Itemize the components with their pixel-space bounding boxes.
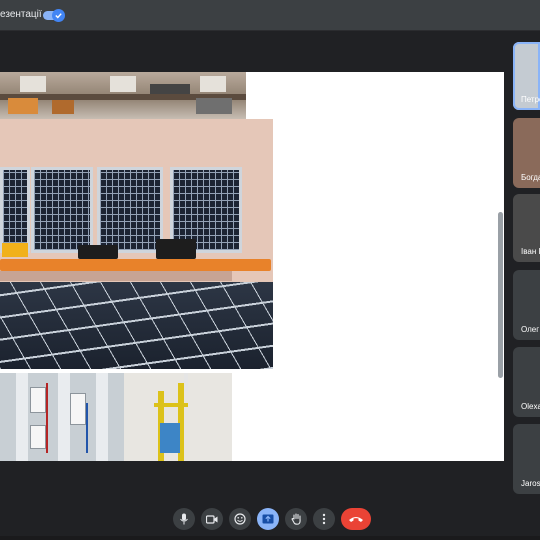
solar-panels-photo — [0, 119, 273, 369]
present-screen-icon — [262, 514, 274, 524]
electrical-cabinet-photo — [0, 373, 124, 461]
camera-button[interactable] — [201, 508, 223, 530]
test-stand-photo — [124, 373, 232, 461]
participant-name: Іван І — [521, 247, 540, 256]
leave-call-button[interactable] — [341, 508, 371, 530]
participant-name: Олег — [521, 325, 540, 334]
participant-tile[interactable]: Olexa — [513, 347, 540, 417]
participant-name: Olexa — [521, 402, 540, 411]
end-call-icon — [349, 517, 363, 522]
participant-name: Богда — [521, 173, 540, 182]
microphone-button[interactable] — [173, 508, 195, 530]
more-vert-icon — [322, 513, 326, 525]
present-screen-button[interactable] — [257, 508, 279, 530]
meeting-controls — [0, 505, 540, 533]
shared-screen-slide — [0, 72, 504, 461]
participant-tile[interactable]: Олег — [513, 270, 540, 340]
participant-tile[interactable]: Богда — [513, 118, 540, 188]
participant-name: Петро — [521, 95, 540, 104]
hand-icon — [290, 513, 301, 525]
bottom-strip — [0, 536, 540, 540]
participant-tile[interactable]: Петро — [513, 42, 540, 110]
participant-name: Jaros — [521, 479, 540, 488]
emoji-icon — [234, 513, 246, 525]
presentation-toggle[interactable] — [43, 9, 65, 22]
presentation-toggle-label: езентації — [0, 9, 42, 20]
participant-tile[interactable]: Іван І — [513, 194, 540, 262]
raise-hand-button[interactable] — [285, 508, 307, 530]
check-icon — [52, 9, 65, 22]
participant-tile[interactable]: Jaros — [513, 424, 540, 494]
reactions-button[interactable] — [229, 508, 251, 530]
slide-scrollbar[interactable] — [498, 212, 503, 378]
lab-photo — [0, 72, 246, 119]
top-bar: езентації — [0, 0, 540, 31]
microphone-icon — [180, 513, 188, 525]
more-options-button[interactable] — [313, 508, 335, 530]
camera-icon — [206, 514, 218, 524]
